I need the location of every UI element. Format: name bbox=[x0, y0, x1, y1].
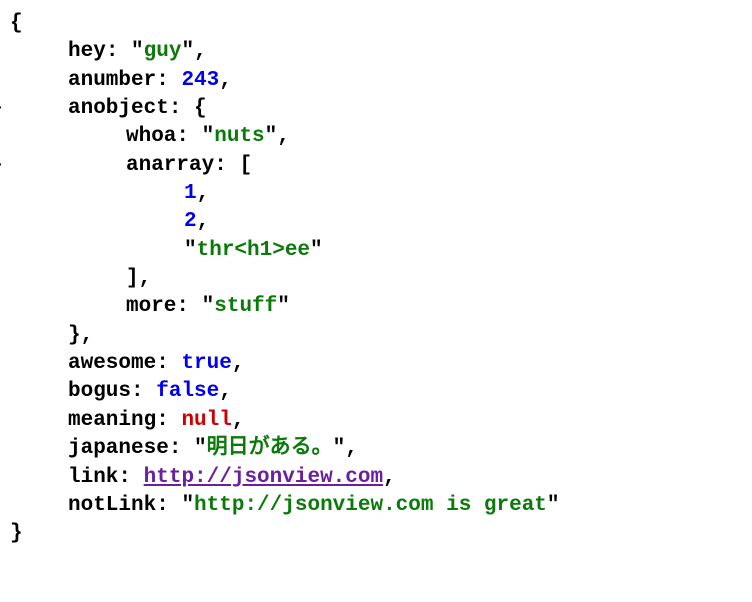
brace-close: } bbox=[68, 324, 81, 347]
colon: : bbox=[176, 295, 189, 318]
string-value: stuff bbox=[214, 295, 277, 318]
quote: " bbox=[194, 437, 207, 460]
object-open: { bbox=[10, 10, 742, 38]
comma: , bbox=[277, 125, 290, 148]
property-key: link bbox=[68, 466, 118, 489]
object-close: } bbox=[10, 520, 742, 548]
property-key: awesome bbox=[68, 352, 156, 375]
property-key: bogus bbox=[68, 380, 131, 403]
bracket-open: [ bbox=[239, 154, 252, 177]
comma: , bbox=[219, 69, 232, 92]
property-key: anumber bbox=[68, 69, 156, 92]
property-notLink: notLink: "http://jsonview.com is great" bbox=[10, 492, 742, 520]
brace-open: { bbox=[194, 97, 207, 120]
array-value: "thr<h1>ee" bbox=[184, 239, 323, 262]
quote: " bbox=[277, 295, 290, 318]
brace-close: } bbox=[10, 522, 23, 545]
property-key: hey bbox=[68, 40, 106, 63]
string-value: nuts bbox=[214, 125, 264, 148]
string-value: 明日がある。 bbox=[207, 437, 333, 460]
colon: : bbox=[106, 40, 119, 63]
property-key: more bbox=[126, 295, 176, 318]
comma: , bbox=[197, 210, 210, 233]
property-japanese: japanese: "明日がある。", bbox=[10, 435, 742, 463]
property-meaning: meaning: null, bbox=[10, 407, 742, 435]
colon: : bbox=[176, 125, 189, 148]
string-value: guy bbox=[144, 40, 182, 63]
array-item: "thr<h1>ee" bbox=[10, 237, 742, 265]
array-value: 2 bbox=[184, 210, 197, 233]
property-value: "http://jsonview.com is great" bbox=[181, 494, 559, 517]
property-value: "明日がある。" bbox=[194, 437, 345, 460]
property-value: true bbox=[181, 352, 231, 375]
quote: " bbox=[181, 40, 194, 63]
collapse-toggle-icon[interactable]: – bbox=[0, 152, 3, 180]
colon: : bbox=[156, 352, 169, 375]
object-close: }, bbox=[10, 322, 742, 350]
property-anumber: anumber: 243, bbox=[10, 67, 742, 95]
json-viewer: { hey: "guy", anumber: 243, –anobject: {… bbox=[10, 10, 742, 549]
colon: : bbox=[156, 494, 169, 517]
property-anarray: –anarray: [ bbox=[10, 152, 742, 180]
quote: " bbox=[202, 125, 215, 148]
colon: : bbox=[169, 437, 182, 460]
colon: : bbox=[156, 409, 169, 432]
quote: " bbox=[184, 239, 197, 262]
colon: : bbox=[169, 97, 182, 120]
colon: : bbox=[118, 466, 131, 489]
array-value: 1 bbox=[184, 182, 197, 205]
comma: , bbox=[345, 437, 358, 460]
comma: , bbox=[81, 324, 94, 347]
comma: , bbox=[232, 409, 245, 432]
property-key: anarray bbox=[126, 154, 214, 177]
quote: " bbox=[131, 40, 144, 63]
property-value: "nuts" bbox=[202, 125, 278, 148]
property-value: "stuff" bbox=[202, 295, 290, 318]
string-value: thr<h1>ee bbox=[197, 239, 310, 262]
string-value: http://jsonview.com is great bbox=[194, 494, 547, 517]
brace-open: { bbox=[10, 12, 23, 35]
property-more: more: "stuff" bbox=[10, 293, 742, 321]
quote: " bbox=[310, 239, 323, 262]
property-value-link[interactable]: http://jsonview.com bbox=[144, 466, 383, 489]
property-awesome: awesome: true, bbox=[10, 350, 742, 378]
property-link: link: http://jsonview.com, bbox=[10, 464, 742, 492]
property-bogus: bogus: false, bbox=[10, 378, 742, 406]
property-key: meaning bbox=[68, 409, 156, 432]
colon: : bbox=[214, 154, 227, 177]
array-item: 1, bbox=[10, 180, 742, 208]
property-key: anobject bbox=[68, 97, 169, 120]
property-whoa: whoa: "nuts", bbox=[10, 123, 742, 151]
collapse-toggle-icon[interactable]: – bbox=[0, 95, 3, 123]
property-hey: hey: "guy", bbox=[10, 38, 742, 66]
comma: , bbox=[197, 182, 210, 205]
array-close: ], bbox=[10, 265, 742, 293]
bracket-close: ] bbox=[126, 267, 139, 290]
quote: " bbox=[265, 125, 278, 148]
property-value: "guy" bbox=[131, 40, 194, 63]
comma: , bbox=[383, 466, 396, 489]
property-key: notLink bbox=[68, 494, 156, 517]
quote: " bbox=[181, 494, 194, 517]
comma: , bbox=[232, 352, 245, 375]
property-value: false bbox=[156, 380, 219, 403]
comma: , bbox=[219, 380, 232, 403]
comma: , bbox=[139, 267, 152, 290]
property-key: japanese bbox=[68, 437, 169, 460]
colon: : bbox=[131, 380, 144, 403]
colon: : bbox=[156, 69, 169, 92]
array-item: 2, bbox=[10, 208, 742, 236]
property-anobject: –anobject: { bbox=[10, 95, 742, 123]
quote: " bbox=[333, 437, 346, 460]
property-key: whoa bbox=[126, 125, 176, 148]
quote: " bbox=[202, 295, 215, 318]
property-value: 243 bbox=[181, 69, 219, 92]
comma: , bbox=[194, 40, 207, 63]
property-value: null bbox=[181, 409, 231, 432]
quote: " bbox=[547, 494, 560, 517]
